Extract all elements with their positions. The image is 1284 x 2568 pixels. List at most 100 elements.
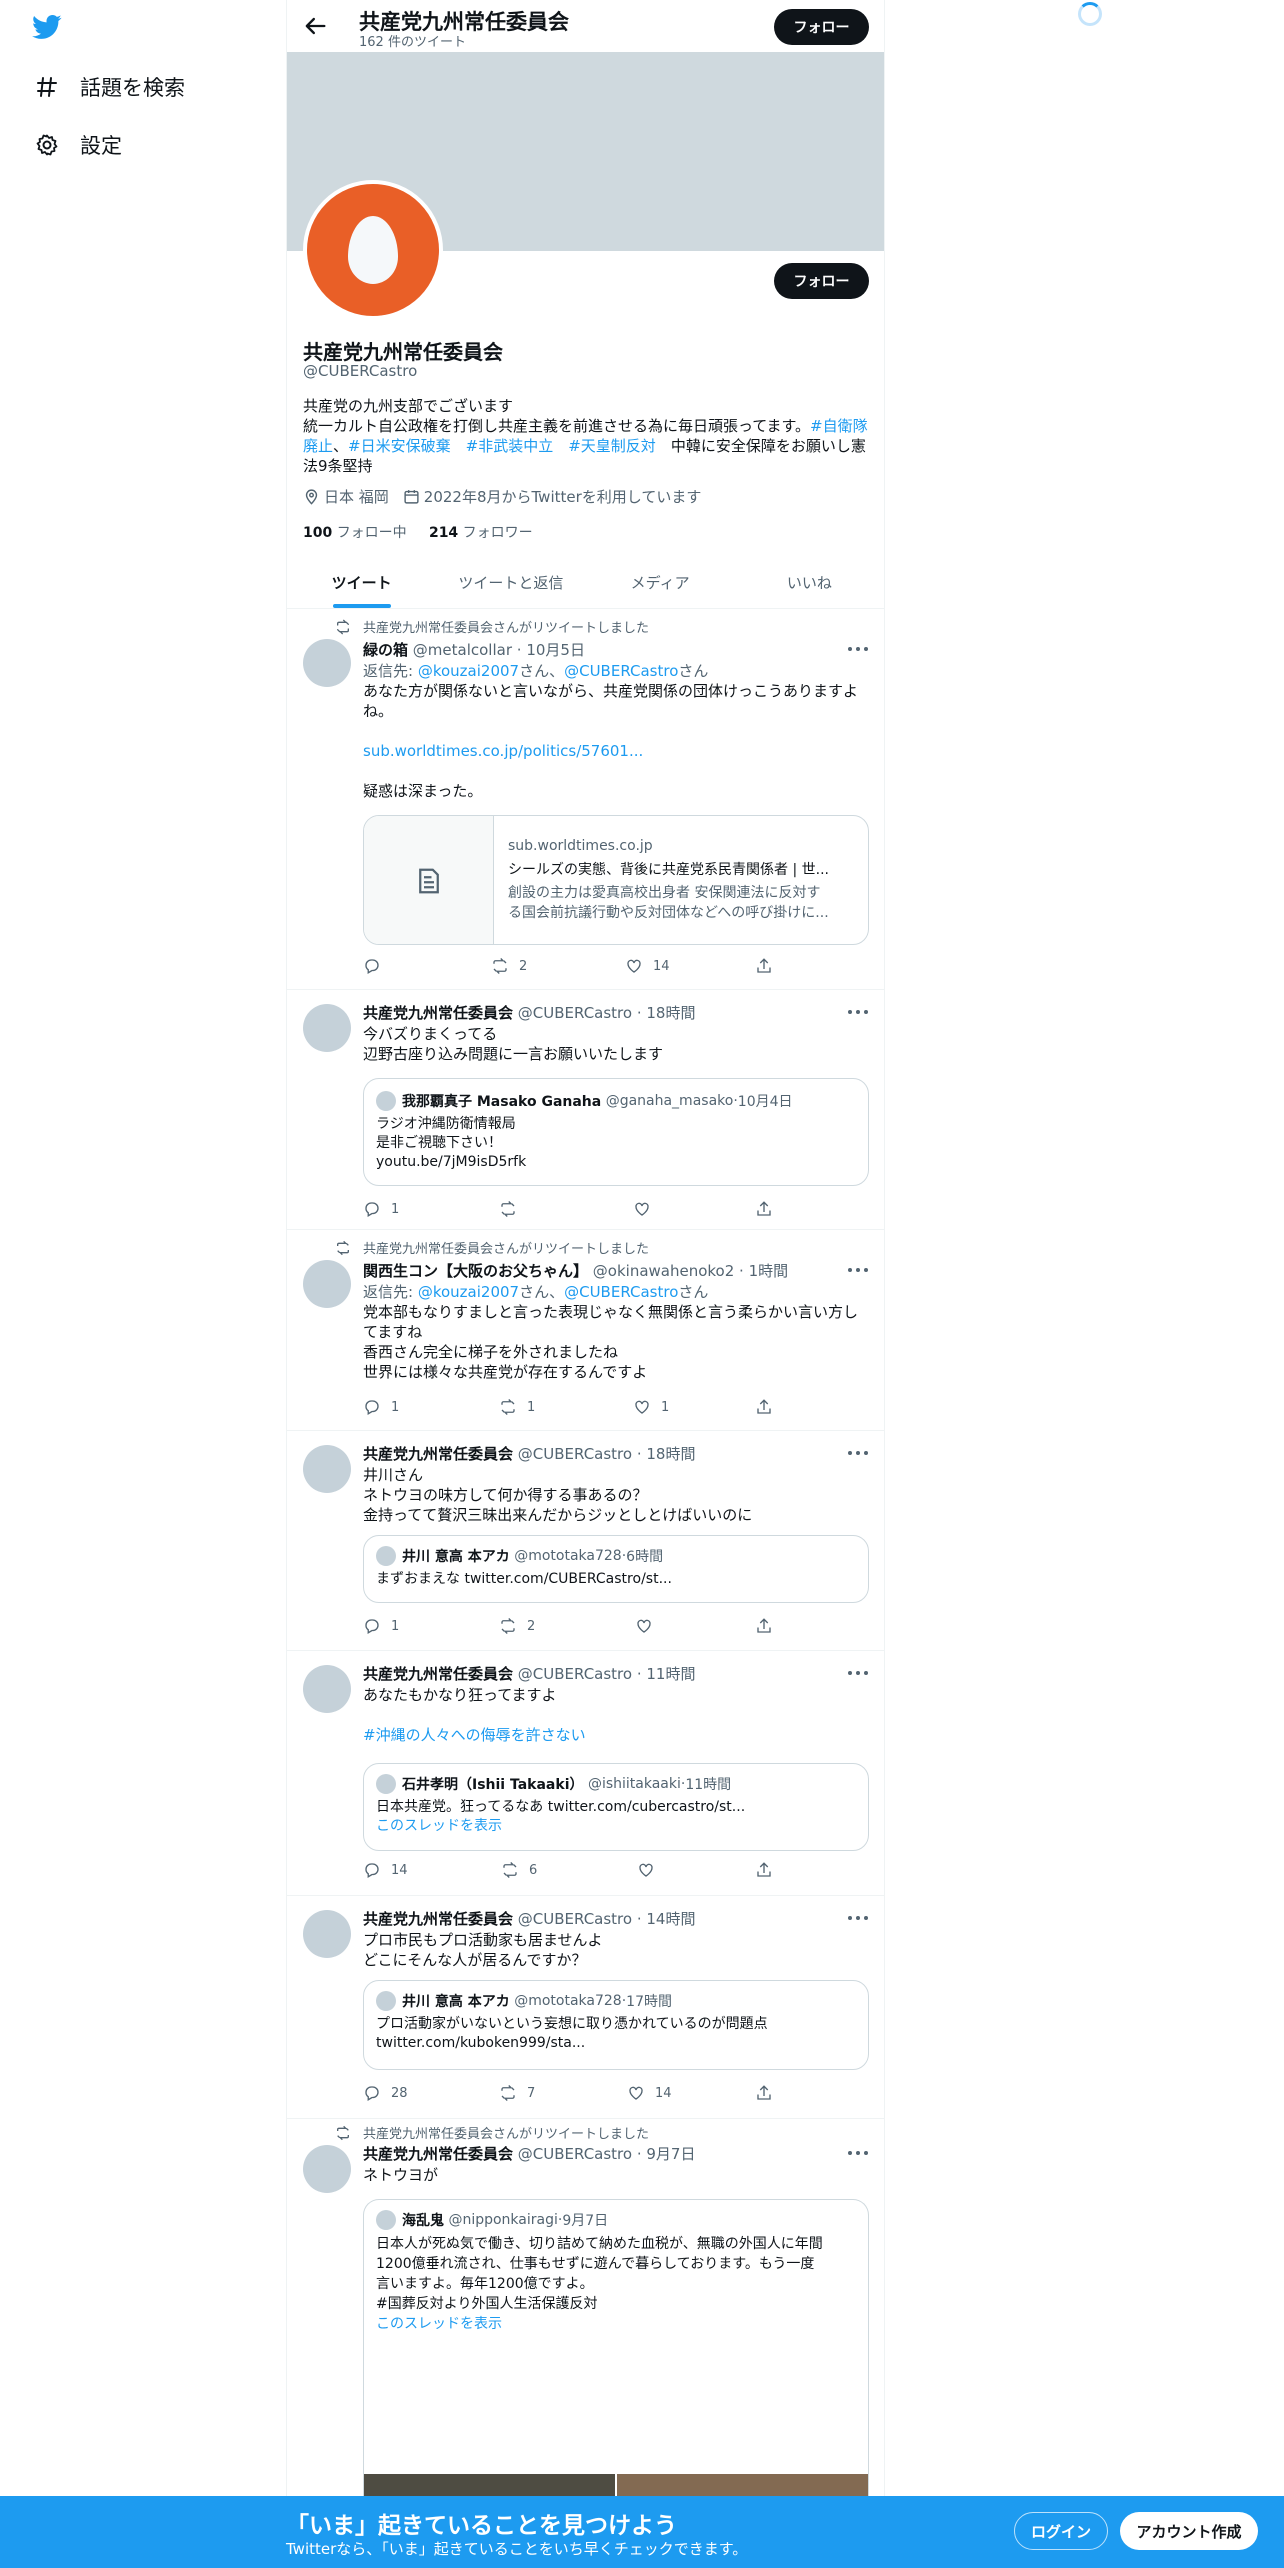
hashtag-link[interactable]: #沖縄の人々への侮辱を許さない xyxy=(363,1725,869,1745)
tweet-time[interactable]: 18時間 xyxy=(646,1445,695,1463)
author-handle[interactable]: @okinawahenoko2 xyxy=(593,1262,734,1280)
quote-tweet[interactable]: 我那覇真子 Masako Ganaha @ganaha_masako · 10月… xyxy=(363,1078,869,1186)
author-name[interactable]: 関西生コン【大阪のお父ちゃん】 xyxy=(363,1262,588,1280)
like-button[interactable] xyxy=(635,1617,663,1635)
author-handle[interactable]: @CUBERCastro xyxy=(518,1665,632,1683)
like-button[interactable] xyxy=(637,1861,665,1879)
more-options-icon[interactable] xyxy=(848,1010,868,1016)
retweet-button[interactable]: 2 xyxy=(491,957,527,975)
author-name[interactable]: 共産党九州常任委員会 xyxy=(363,1004,513,1022)
twitter-logo-icon[interactable] xyxy=(30,12,66,44)
back-arrow-icon[interactable] xyxy=(301,12,329,40)
author-handle[interactable]: @CUBERCastro xyxy=(518,1004,632,1022)
more-options-icon[interactable] xyxy=(848,1671,868,1677)
tweet[interactable]: 共産党九州常任委員会 @CUBERCastro · 14時間 プロ市民もプロ活動… xyxy=(287,1896,884,2119)
avatar[interactable] xyxy=(303,1445,351,1493)
author-name[interactable]: 緑の箱 xyxy=(363,641,408,659)
tweet-text: あなたもかなり狂ってますよ #沖縄の人々への侮辱を許さない xyxy=(363,1685,869,1745)
tweet[interactable]: 共産党九州常任委員会 @CUBERCastro · 18時間 井川さん ネトウヨ… xyxy=(287,1431,884,1651)
share-button[interactable] xyxy=(755,1861,783,1879)
tweet-time[interactable]: 1時間 xyxy=(749,1262,789,1280)
followers-link[interactable]: 214 フォロワー xyxy=(429,525,533,541)
show-thread-link[interactable]: このスレッドを表示 xyxy=(376,1817,856,1836)
header-follow-button[interactable]: フォロー xyxy=(774,9,869,45)
share-button[interactable] xyxy=(755,1398,783,1416)
show-thread-link[interactable]: このスレッドを表示 xyxy=(376,2314,856,2334)
mention-link[interactable]: @CUBERCastro xyxy=(564,1283,678,1301)
avatar[interactable] xyxy=(303,1004,351,1052)
mention-link[interactable]: @kouzai2007 xyxy=(418,1283,519,1301)
following-link[interactable]: 100 フォロー中 xyxy=(303,525,407,541)
author-name[interactable]: 共産党九州常任委員会 xyxy=(363,1445,513,1463)
author-handle[interactable]: @CUBERCastro xyxy=(518,2145,632,2163)
avatar[interactable] xyxy=(303,1665,351,1713)
reply-button[interactable]: 28 xyxy=(363,2084,408,2102)
link-card[interactable]: sub.worldtimes.co.jp シールズの実態、背後に共産党系民青関係… xyxy=(363,815,869,945)
more-options-icon[interactable] xyxy=(848,1451,868,1457)
nav-explore[interactable]: 話題を検索 xyxy=(34,67,185,107)
tweet-time[interactable]: 11時間 xyxy=(646,1665,695,1683)
reply-button[interactable]: 1 xyxy=(363,1200,399,1218)
quote-tweet[interactable]: 井川 意高 本アカ @mototaka728 · 17時間 プロ活動家がいないと… xyxy=(363,1980,869,2070)
tweet[interactable]: 共産党九州常任委員会 @CUBERCastro · 18時間 今バズりまくってる… xyxy=(287,990,884,1230)
more-options-icon[interactable] xyxy=(848,647,868,653)
retweet-button[interactable]: 2 xyxy=(499,1617,535,1635)
tab-likes[interactable]: いいね xyxy=(735,556,884,608)
author-handle[interactable]: @CUBERCastro xyxy=(518,1445,632,1463)
profile-follow-button[interactable]: フォロー xyxy=(774,263,869,299)
share-button[interactable] xyxy=(755,957,783,975)
avatar[interactable] xyxy=(303,639,351,687)
retweet-button[interactable]: 6 xyxy=(501,1861,537,1879)
avatar[interactable] xyxy=(303,2145,351,2193)
profile-avatar[interactable] xyxy=(303,180,443,320)
tweet[interactable]: 共産党九州常任委員会さんがリツイートしました 緑の箱 @metalcollar … xyxy=(287,609,884,990)
avatar[interactable] xyxy=(303,1260,351,1308)
more-options-icon[interactable] xyxy=(848,2151,868,2157)
retweet-button[interactable] xyxy=(499,1200,527,1218)
hashtag-link[interactable]: #日米安保破棄 xyxy=(348,437,451,455)
reply-button[interactable]: 1 xyxy=(363,1398,399,1416)
tweet-time[interactable]: 18時間 xyxy=(646,1004,695,1022)
more-options-icon[interactable] xyxy=(848,1916,868,1922)
tweet[interactable]: 共産党九州常任委員会さんがリツイートしました 関西生コン【大阪のお父ちゃん】 @… xyxy=(287,1230,884,1431)
reply-button[interactable] xyxy=(363,957,391,975)
tab-media[interactable]: メディア xyxy=(586,556,735,608)
author-name[interactable]: 共産党九州常任委員会 xyxy=(363,1910,513,1928)
avatar[interactable] xyxy=(303,1910,351,1958)
signup-button[interactable]: アカウント作成 xyxy=(1120,2512,1258,2550)
more-options-icon[interactable] xyxy=(848,1268,868,1274)
author-handle[interactable]: @CUBERCastro xyxy=(518,1910,632,1928)
hashtag-link[interactable]: #自衛隊 xyxy=(810,417,868,435)
mention-link[interactable]: @CUBERCastro xyxy=(564,662,678,680)
nav-settings[interactable]: 設定 xyxy=(34,125,122,165)
share-button[interactable] xyxy=(755,2084,783,2102)
like-button[interactable] xyxy=(633,1200,661,1218)
quote-tweet[interactable]: 井川 意高 本アカ @mototaka728 · 6時間 まずおまえな twit… xyxy=(363,1535,869,1603)
like-button[interactable]: 1 xyxy=(633,1398,669,1416)
like-button[interactable]: 14 xyxy=(625,957,670,975)
login-button[interactable]: ログイン xyxy=(1014,2512,1108,2550)
mention-link[interactable]: @kouzai2007 xyxy=(418,662,519,680)
retweet-button[interactable]: 7 xyxy=(499,2084,535,2102)
tweet[interactable]: 共産党九州常任委員会 @CUBERCastro · 11時間 あなたもかなり狂っ… xyxy=(287,1651,884,1896)
quote-line: 日本人が死ぬ気で働き、切り詰めて納めた血税が、無職の外国人に年間 xyxy=(376,2236,823,2252)
reply-button[interactable]: 14 xyxy=(363,1861,408,1879)
retweet-button[interactable]: 1 xyxy=(499,1398,535,1416)
quote-tweet[interactable]: 石井孝明（Ishii Takaaki） @ishiitakaaki · 11時間… xyxy=(363,1763,869,1851)
hashtag-link[interactable]: #非武装中立 xyxy=(466,437,554,455)
tweet-time[interactable]: 10月5日 xyxy=(526,641,585,659)
share-button[interactable] xyxy=(755,1617,783,1635)
tweet-time[interactable]: 9月7日 xyxy=(646,2145,695,2163)
share-button[interactable] xyxy=(755,1200,783,1218)
reply-button[interactable]: 1 xyxy=(363,1617,399,1635)
hashtag-link[interactable]: #天皇制反対 xyxy=(568,437,656,455)
hashtag-link[interactable]: 廃止 xyxy=(303,437,333,455)
tweet-time[interactable]: 14時間 xyxy=(646,1910,695,1928)
tab-tweets[interactable]: ツイート xyxy=(287,556,436,608)
tab-tweets-and-replies[interactable]: ツイートと返信 xyxy=(436,556,585,608)
like-button[interactable]: 14 xyxy=(627,2084,672,2102)
author-handle[interactable]: @metalcollar xyxy=(413,641,512,659)
author-name[interactable]: 共産党九州常任委員会 xyxy=(363,1665,513,1683)
author-name[interactable]: 共産党九州常任委員会 xyxy=(363,2145,513,2163)
tweet-link[interactable]: sub.worldtimes.co.jp/politics/57601... xyxy=(363,741,869,761)
